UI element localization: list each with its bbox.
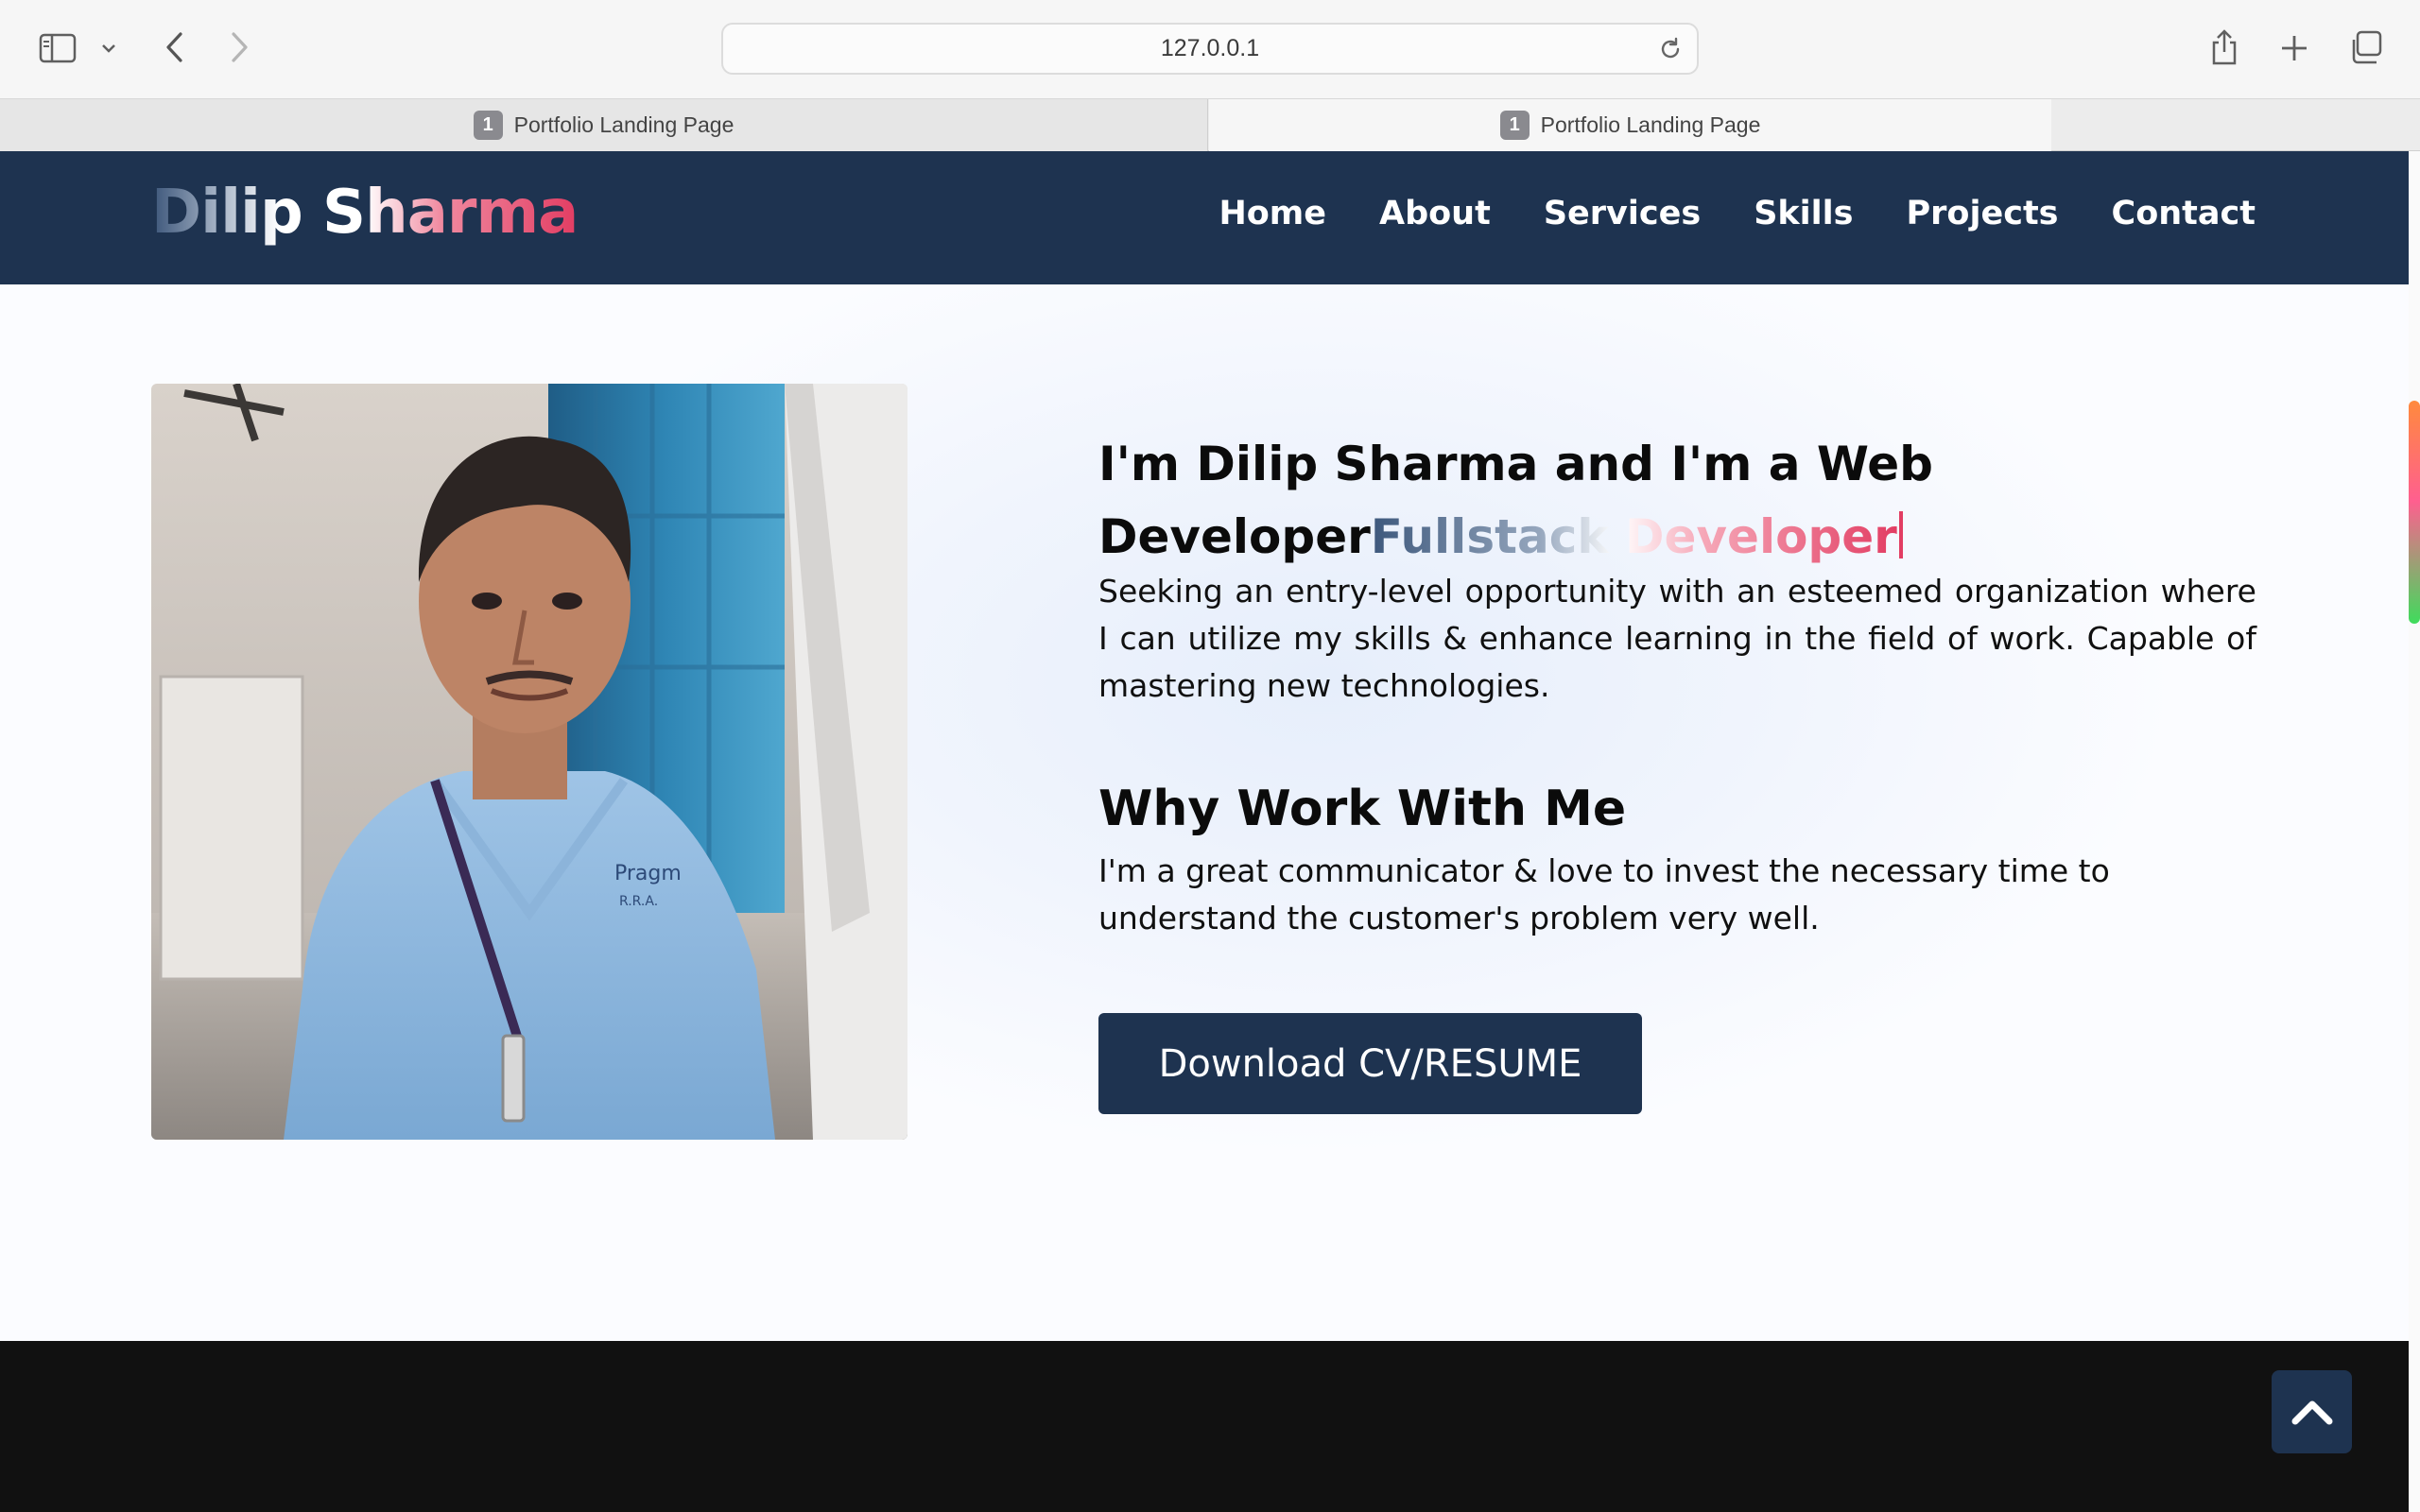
tab-portfolio-1[interactable]: 1 Portfolio Landing Page xyxy=(0,99,1208,151)
svg-text:R.R.A.: R.R.A. xyxy=(619,894,658,909)
tab-badge: 1 xyxy=(1499,111,1530,140)
nav-about[interactable]: About xyxy=(1379,195,1491,232)
chevron-down-icon[interactable] xyxy=(98,38,119,59)
tab-title: Portfolio Landing Page xyxy=(513,112,735,137)
nav-home[interactable]: Home xyxy=(1219,195,1326,232)
chevron-up-icon xyxy=(2290,1397,2335,1427)
headline-typed: Fullstack Developer xyxy=(1370,509,1897,564)
forward-icon[interactable] xyxy=(223,28,257,66)
page-viewport: Dilip Sharma Home About Services Skills … xyxy=(0,151,2409,1512)
tab-strip: 1 Portfolio Landing Page 1 Portfolio Lan… xyxy=(0,98,2420,151)
sidebar-icon[interactable] xyxy=(36,30,79,66)
page-footer xyxy=(0,1341,2409,1512)
hero-section: Pragm R.R.A. I'm Dilip Sharma and I'm a … xyxy=(0,284,2409,1341)
back-icon[interactable] xyxy=(157,28,191,66)
scrollbar-thumb[interactable] xyxy=(2409,401,2420,624)
main-nav: Home About Services Skills Projects Cont… xyxy=(1219,195,2256,232)
page-scrollbar[interactable] xyxy=(2409,151,2420,1512)
nav-skills[interactable]: Skills xyxy=(1754,195,1853,232)
why-work-text: I'm a great communicator & love to inves… xyxy=(1098,852,2110,936)
tab-overview-icon[interactable] xyxy=(2346,28,2384,66)
address-bar[interactable]: 127.0.0.1 xyxy=(721,23,1699,75)
download-cv-button[interactable]: Download CV/RESUME xyxy=(1098,1013,1642,1114)
url-text: 127.0.0.1 xyxy=(1160,35,1260,61)
share-icon[interactable] xyxy=(2206,26,2242,68)
tab-title: Portfolio Landing Page xyxy=(1540,112,1761,137)
browser-toolbar: 127.0.0.1 xyxy=(0,0,2420,98)
reload-icon[interactable] xyxy=(1657,36,1684,62)
nav-contact[interactable]: Contact xyxy=(2112,195,2256,232)
nav-projects[interactable]: Projects xyxy=(1907,195,2059,232)
site-logo[interactable]: Dilip Sharma xyxy=(151,178,579,248)
tab-portfolio-2[interactable]: 1 Portfolio Landing Page xyxy=(1209,99,2051,151)
tab-badge: 1 xyxy=(473,111,503,140)
profile-photo: Pragm R.R.A. xyxy=(151,384,908,1140)
typing-cursor xyxy=(1898,511,1903,558)
scroll-to-top-button[interactable] xyxy=(2272,1370,2352,1453)
intro-paragraph: Seeking an entry-level opportunity with … xyxy=(1098,573,2256,704)
svg-text:Pragm: Pragm xyxy=(614,862,682,885)
why-work-title: Why Work With Me xyxy=(1098,781,1627,837)
hero-headline: I'm Dilip Sharma and I'm a Web Developer… xyxy=(1098,428,2256,574)
site-navbar: Dilip Sharma Home About Services Skills … xyxy=(0,151,2409,284)
nav-services[interactable]: Services xyxy=(1544,195,1701,232)
new-tab-icon[interactable] xyxy=(2276,30,2312,66)
